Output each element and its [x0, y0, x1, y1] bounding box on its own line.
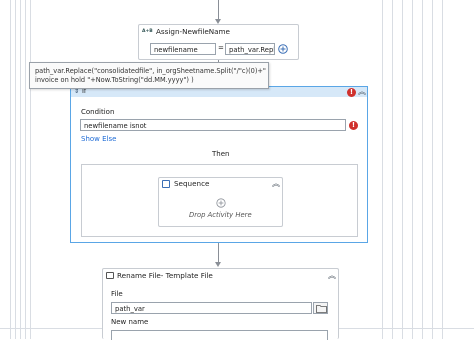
lane-line	[15, 0, 16, 339]
file-icon	[106, 272, 114, 279]
add-activity-icon[interactable]	[216, 198, 226, 208]
lane-line	[442, 0, 443, 339]
lane-line	[10, 0, 11, 339]
error-icon: !	[347, 88, 356, 97]
lane-line	[432, 0, 433, 339]
rename-file-activity[interactable]: Rename File- Template File ︽ File path_v…	[102, 268, 339, 340]
show-else-link[interactable]: Show Else	[81, 135, 116, 143]
collapse-icon[interactable]: ︽	[358, 88, 366, 96]
sequence-title: Sequence	[174, 179, 210, 188]
assign-activity[interactable]: A+B Assign-NewfileName newfilename = pat…	[138, 24, 299, 60]
if-activity[interactable]: ⇕ If ! ︽ Condition newfilename isnot ! S…	[70, 86, 368, 243]
plus-circle-icon[interactable]	[278, 44, 288, 54]
collapse-icon[interactable]: ︽	[272, 180, 280, 188]
assign-icon: A+B	[142, 29, 153, 34]
lane-line	[30, 0, 31, 339]
tooltip-line: path_var.Replace("consolidatedfile", in_…	[35, 67, 266, 75]
then-label: Then	[212, 150, 230, 158]
new-name-label: New name	[111, 318, 149, 326]
sequence-icon	[162, 180, 170, 188]
lane-line	[412, 0, 413, 339]
browse-folder-button[interactable]	[313, 302, 328, 314]
tooltip-line: invoice on hold "+Now.ToString("dd.MM.yy…	[35, 76, 194, 84]
value-tooltip: path_var.Replace("consolidatedfile", in_…	[29, 62, 269, 89]
assign-title: Assign-NewfileName	[156, 27, 230, 36]
file-path-field[interactable]: path_var	[111, 302, 312, 314]
connector-arrow	[215, 262, 221, 267]
drop-hint: Drop Activity Here	[189, 211, 252, 219]
connector-line	[218, 0, 219, 20]
folder-icon	[316, 305, 327, 313]
condition-field[interactable]: newfilename isnot	[80, 119, 346, 131]
equals-sign: =	[218, 44, 224, 52]
file-label: File	[111, 290, 123, 298]
assign-value-field[interactable]: path_var.Repla	[225, 43, 275, 55]
collapse-icon[interactable]: ︽	[328, 272, 336, 280]
lane-line	[402, 0, 403, 339]
sequence-activity[interactable]: Sequence ︽ Drop Activity Here	[158, 177, 283, 227]
lane-line	[25, 0, 26, 339]
connector-line	[218, 243, 219, 263]
condition-label: Condition	[81, 108, 115, 116]
then-container[interactable]: Sequence ︽ Drop Activity Here	[81, 164, 358, 237]
condition-error-icon: !	[349, 121, 358, 130]
lane-line	[382, 0, 383, 339]
lane-line	[20, 0, 21, 339]
lane-line	[392, 0, 393, 339]
assign-to-field[interactable]: newfilename	[150, 43, 216, 55]
if-icon: ⇕	[74, 88, 80, 95]
lane-line	[422, 0, 423, 339]
rename-title: Rename File- Template File	[117, 271, 213, 280]
